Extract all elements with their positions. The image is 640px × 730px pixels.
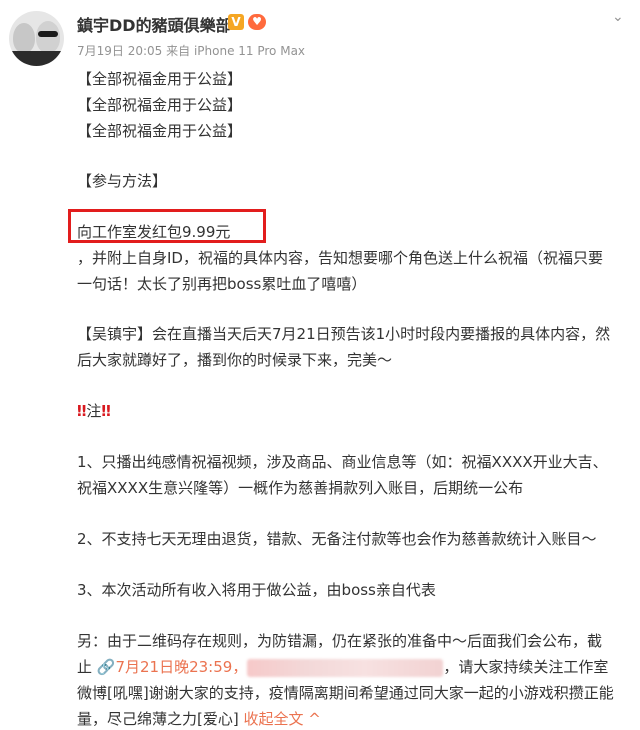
post-source: 来自 iPhone 11 Pro Max [166, 44, 306, 58]
post-line: 3、本次活动所有收入将用于做公益，由boss亲自代表 [77, 581, 436, 599]
post-line: 另：由于二维码存在规则，为防错漏，仍在紧张的准备中～后面我们会公布，截 [77, 632, 603, 650]
username[interactable]: 鎮宇DD的豬頭俱樂部 [77, 12, 232, 36]
collapse-button[interactable]: 收起全文 ^ [243, 710, 320, 728]
verified-badge: V [228, 14, 244, 30]
redacted-text [247, 658, 444, 677]
post-line: 【全部祝福金用于公益】 [77, 70, 243, 88]
post-timestamp[interactable]: 7月19日 20:05 [77, 44, 162, 58]
exclamation-icon: ‼ [101, 402, 111, 420]
date-link[interactable]: 7月21日晚23:59， [115, 658, 247, 676]
post-line: 【全部祝福金用于公益】 [77, 122, 243, 140]
post-meta: 7月19日 20:05 来自 iPhone 11 Pro Max [77, 42, 305, 59]
link-icon[interactable]: 🔗 [97, 658, 116, 676]
post-line: 【吴镇宇】会在直播当天后天7月21日预告该1小时时段内要播报的具体内容，然 [77, 325, 611, 343]
chevron-down-icon[interactable]: ⌄ [612, 9, 624, 25]
post-line: 1、只播出纯感情祝福视频，涉及商品、商业信息等（如：祝福XXXX开业大吉、 [77, 453, 608, 471]
post-line: 【全部祝福金用于公益】 [77, 96, 243, 114]
post-line: 止 🔗7月21日晚23:59， ，请大家持续关注工作室 [77, 658, 609, 677]
avatar[interactable] [9, 11, 64, 66]
post-line: 量，尽己绵薄之力[爱心] 收起全文 ^ [77, 710, 321, 728]
post-line: 2、不支持七天无理由退货，错款、无备注付款等也会作为慈善款统计入账目～ [77, 530, 597, 548]
post-line: 微博[吼嘿]谢谢大家的支持，疫情隔离期间希望通过同大家一起的小游戏积攒正能 [77, 684, 614, 702]
post-line: ，并附上自身ID，祝福的具体内容，告知想要哪个角色送上什么祝福（祝福只要 [77, 249, 603, 267]
post-line: 一句话！太长了别再把boss累吐血了嘻嘻） [77, 275, 367, 293]
fan-badge-icon: ♥ [248, 14, 266, 30]
post-header: 鎮宇DD的豬頭俱樂部 V ♥ 7月19日 20:05 来自 iPhone 11 … [0, 0, 640, 70]
post-line: 祝福XXXX生意兴隆等）一概作为慈善捐款列入账目，后期统一公布 [77, 479, 524, 497]
post-line: ‼注‼ [77, 402, 111, 420]
exclamation-icon: ‼ [77, 402, 87, 420]
annotation-highlight-box [68, 209, 266, 243]
post-line: 后大家就蹲好了，播到你的时候录下来，完美～ [77, 351, 393, 369]
post-line: 【参与方法】 [77, 172, 168, 190]
